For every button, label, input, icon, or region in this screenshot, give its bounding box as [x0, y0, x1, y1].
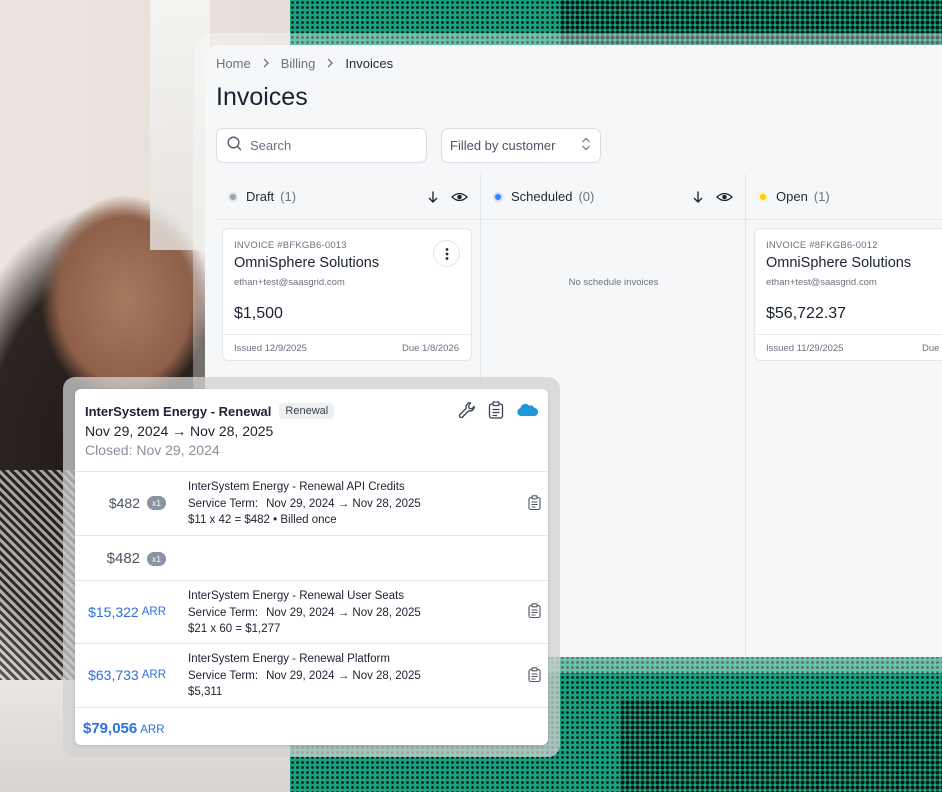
- invoice-card[interactable]: INVOICE #8FKGB6-0012 OmniSphere Solution…: [754, 228, 942, 361]
- column-count: (1): [280, 189, 297, 204]
- line-item-calculation: $21 x 60 = $1,277: [188, 623, 281, 635]
- renewal-badge: Renewal: [279, 403, 335, 419]
- chevron-right-icon: [326, 57, 334, 71]
- invoice-card-footer: Issued 12/9/2025 Due 1/8/2026: [223, 334, 471, 361]
- subtotal-amount: $482: [106, 550, 141, 567]
- column-count: (0): [578, 189, 595, 204]
- column-header-open: Open (1): [746, 174, 942, 220]
- eye-icon[interactable]: [451, 189, 468, 205]
- line-item-name: InterSystem Energy - Renewal API Credits: [188, 481, 405, 493]
- issued-date: Issued 11/29/2025: [766, 342, 844, 354]
- column-count: (1): [813, 189, 830, 204]
- customer-filter-select[interactable]: Filled by customer: [441, 128, 601, 163]
- line-item-calculation: $5,311: [188, 686, 223, 698]
- invoice-amount: $1,500: [234, 305, 283, 322]
- line-item-subtotal: $482 x1: [75, 535, 548, 580]
- line-item-amount: $482: [108, 495, 141, 511]
- line-item-amount: $15,322: [88, 604, 139, 620]
- quantity-badge: x1: [147, 496, 166, 510]
- line-item-amount: $63,733: [88, 667, 139, 683]
- renewal-title: InterSystem Energy - Renewal: [85, 403, 272, 419]
- service-term-label: Service Term:: [188, 497, 259, 510]
- breadcrumb-home[interactable]: Home: [216, 56, 251, 71]
- search-icon: [227, 136, 242, 156]
- column-label: Open: [776, 189, 808, 204]
- arr-label: ARR: [141, 606, 166, 618]
- clipboard-icon[interactable]: [528, 603, 541, 623]
- invoice-amount: $56,722.37: [766, 305, 847, 322]
- customer-name: OmniSphere Solutions: [766, 255, 912, 271]
- column-label: Scheduled: [511, 189, 573, 204]
- service-term: Nov 29, 2024 → Nov 28, 2025: [266, 497, 421, 510]
- clipboard-icon[interactable]: [528, 667, 541, 687]
- invoice-number: INVOICE #BFKGB6-0013: [234, 240, 347, 251]
- clipboard-icon[interactable]: [528, 495, 541, 515]
- breadcrumb-current: Invoices: [345, 56, 394, 71]
- empty-column-message: No schedule invoices: [568, 277, 659, 288]
- service-term: Nov 29, 2024 → Nov 28, 2025: [266, 606, 421, 619]
- column-header-scheduled: Scheduled (0): [481, 174, 745, 220]
- customer-name: OmniSphere Solutions: [234, 255, 380, 271]
- status-dot-icon: [758, 191, 768, 202]
- eye-icon[interactable]: [716, 189, 733, 205]
- status-dot-icon: [228, 191, 238, 202]
- wrench-icon[interactable]: [458, 401, 476, 424]
- sort-down-arrow-icon[interactable]: [425, 189, 441, 205]
- status-dot-icon: [493, 191, 503, 202]
- line-item: $63,733 ARR InterSystem Energy - Renewal…: [75, 643, 548, 707]
- line-item: $482 x1 InterSystem Energy - Renewal API…: [75, 471, 548, 535]
- renewal-dates: Nov 29, 2024 → Nov 28, 2025: [85, 423, 274, 439]
- search-input[interactable]: [250, 138, 410, 153]
- due-date: Due 1/8/2026: [401, 342, 459, 354]
- issued-date: Issued 12/9/2025: [234, 342, 307, 354]
- column-header-draft: Draft (1): [216, 174, 480, 220]
- arr-label: ARR: [141, 669, 166, 681]
- breadcrumb: Home Billing Invoices: [216, 56, 393, 71]
- column-open: Open (1) INVOICE #8FKGB6-0012 OmniSphere…: [746, 174, 942, 657]
- customer-email: ethan+test@saasgrid.com: [234, 277, 345, 288]
- column-label: Draft: [246, 189, 275, 204]
- line-item-name: InterSystem Energy - Renewal Platform: [188, 653, 390, 665]
- chevron-up-down-icon: [581, 137, 591, 154]
- sort-down-arrow-icon[interactable]: [690, 189, 706, 205]
- service-term-label: Service Term:: [188, 669, 259, 682]
- clipboard-icon[interactable]: [488, 401, 504, 424]
- invoice-card[interactable]: INVOICE #BFKGB6-0013 OmniSphere Solution…: [222, 228, 472, 361]
- line-item-name: InterSystem Energy - Renewal User Seats: [188, 590, 405, 602]
- line-item-calculation: $11 x 42 = $482 • Billed once: [188, 514, 337, 526]
- search-box[interactable]: [216, 128, 427, 163]
- background-halftone-dark-bottom: [620, 700, 942, 792]
- customer-filter-value: Filled by customer: [450, 138, 556, 153]
- breadcrumb-billing[interactable]: Billing: [281, 56, 316, 71]
- service-term: Nov 29, 2024 → Nov 28, 2025: [266, 669, 421, 682]
- more-options-button[interactable]: [433, 240, 460, 267]
- salesforce-cloud-icon[interactable]: [516, 402, 539, 423]
- line-item: $15,322 ARR InterSystem Energy - Renewal…: [75, 580, 548, 643]
- renewal-header: InterSystem Energy - Renewal Renewal Nov…: [85, 403, 335, 458]
- renewal-closed-date: Closed: Nov 29, 2024: [85, 442, 220, 458]
- chevron-right-icon: [262, 57, 270, 71]
- renewal-total: $79,056 ARR: [83, 720, 165, 737]
- page-title: Invoices: [216, 83, 308, 111]
- service-term-label: Service Term:: [188, 606, 259, 619]
- customer-email: ethan+test@saasgrid.com: [766, 277, 877, 288]
- invoice-number: INVOICE #8FKGB6-0012: [766, 240, 878, 251]
- more-vertical-icon: [445, 247, 448, 260]
- arr-label: ARR: [140, 724, 165, 736]
- quantity-badge: x1: [147, 551, 166, 566]
- invoice-card-footer: Issued 11/29/2025 Due 1: [755, 334, 942, 361]
- due-date: Due 1: [922, 342, 942, 354]
- total-amount: $79,056: [83, 720, 138, 737]
- renewal-panel: InterSystem Energy - Renewal Renewal Nov…: [75, 389, 548, 745]
